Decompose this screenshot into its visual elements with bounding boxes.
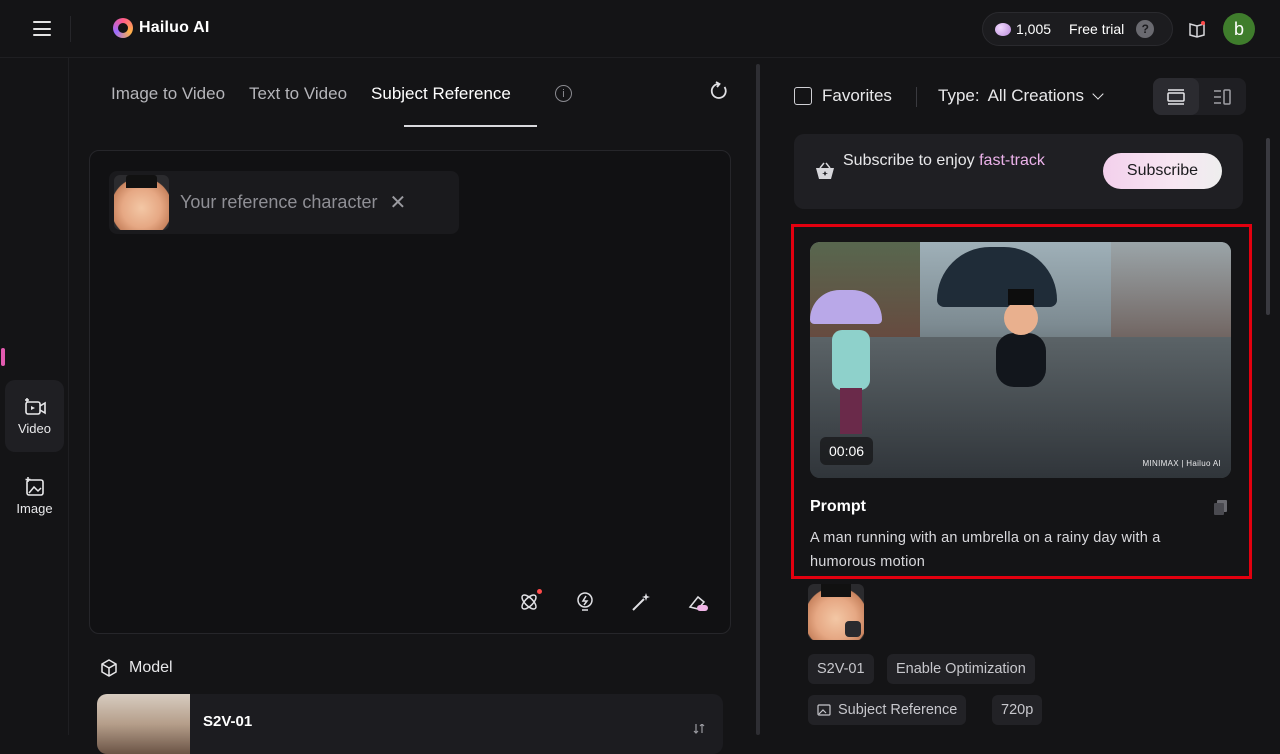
divider xyxy=(916,87,917,107)
chip-model: S2V-01 xyxy=(808,654,874,684)
subscribe-banner: Subscribe to enjoy fast-track Subscribe xyxy=(794,134,1243,209)
menu-icon[interactable] xyxy=(33,21,51,36)
image-icon xyxy=(817,704,831,716)
chip-resolution: 720p xyxy=(992,695,1043,725)
active-tab-underline xyxy=(404,125,537,127)
brand-name: Hailuo AI xyxy=(139,19,210,36)
model-section-title: Model xyxy=(129,659,173,676)
reference-label: Your reference character xyxy=(180,192,378,212)
tab-image-to-video[interactable]: Image to Video xyxy=(111,84,225,104)
video-icon xyxy=(24,397,46,415)
close-icon[interactable]: ✕ xyxy=(389,190,406,215)
person-icon xyxy=(845,621,861,637)
credits-count: 1,005 xyxy=(1016,21,1052,37)
view-toggle xyxy=(1153,78,1246,115)
results-panel: Favorites Type: All Creations Subscribe … xyxy=(763,58,1280,735)
sparkle-icon[interactable] xyxy=(518,589,542,613)
prompt-tools xyxy=(518,589,708,613)
magic-wand-icon[interactable] xyxy=(630,591,652,613)
free-trial-label: Free trial xyxy=(1069,21,1125,37)
logo-mark-icon xyxy=(113,18,133,38)
list-view-button[interactable] xyxy=(1153,78,1199,115)
chevron-down-icon xyxy=(1092,87,1104,100)
video-watermark: MINIMAX | Hailuo AI xyxy=(1142,459,1221,468)
type-value: All Creations xyxy=(987,86,1084,105)
fast-track-highlight: fast-track xyxy=(979,152,1045,169)
generation-card: 00:06 MINIMAX | Hailuo AI Prompt A man r… xyxy=(791,224,1252,579)
subscribe-button[interactable]: Subscribe xyxy=(1103,153,1222,189)
cube-icon xyxy=(101,659,117,677)
sort-icon xyxy=(693,724,705,734)
top-bar: Hailuo AI 1,005 Free trial ? b xyxy=(0,0,1280,58)
divider xyxy=(70,16,71,42)
gem-icon xyxy=(995,22,1011,36)
results-scrollbar[interactable] xyxy=(1266,138,1270,315)
basket-icon xyxy=(816,162,834,179)
eraser-icon[interactable] xyxy=(686,591,708,613)
image-icon xyxy=(25,476,44,496)
sidebar-item-video[interactable]: Video xyxy=(5,380,64,452)
refresh-icon[interactable] xyxy=(709,81,729,101)
sidebar-item-label: Video xyxy=(17,420,51,436)
mode-tabs: Image to Video Text to Video Subject Ref… xyxy=(111,84,511,104)
credits-pill[interactable]: 1,005 Free trial ? xyxy=(982,12,1173,46)
sidebar-item-image[interactable]: Image xyxy=(5,460,64,532)
sidebar-item-label: Image xyxy=(16,500,53,516)
logo[interactable]: Hailuo AI xyxy=(113,18,210,38)
model-selector[interactable]: S2V-01 xyxy=(97,694,723,754)
favorites-checkbox[interactable] xyxy=(794,87,812,105)
info-icon[interactable]: i xyxy=(555,85,572,102)
favorites-filter[interactable]: Favorites xyxy=(794,86,892,106)
creation-panel: Image to Video Text to Video Subject Ref… xyxy=(69,58,753,754)
active-indicator xyxy=(1,348,5,366)
reference-thumbnail xyxy=(114,175,169,230)
chip-optimization: Enable Optimization xyxy=(887,654,1035,684)
avatar[interactable]: b xyxy=(1223,13,1255,45)
model-section-header: Model xyxy=(99,658,173,678)
model-name: S2V-01 xyxy=(203,713,253,730)
grid-view-icon xyxy=(1214,88,1231,105)
reference-thumbnail-small[interactable] xyxy=(808,584,864,640)
copy-icon[interactable] xyxy=(1214,500,1227,515)
type-dropdown[interactable]: Type: All Creations xyxy=(938,86,1104,106)
video-duration: 00:06 xyxy=(820,437,874,465)
list-view-icon xyxy=(1167,88,1185,105)
grid-view-button[interactable] xyxy=(1199,78,1245,115)
favorites-label: Favorites xyxy=(822,86,892,105)
prompt-title: Prompt xyxy=(810,498,866,515)
model-thumbnail xyxy=(97,694,190,754)
prompt-box[interactable]: Your reference character ✕ xyxy=(89,150,731,634)
left-rail: Video Image xyxy=(0,58,69,735)
lightbulb-icon[interactable] xyxy=(574,591,596,613)
type-label: Type: xyxy=(938,86,980,105)
reference-character-chip[interactable]: Your reference character ✕ xyxy=(109,171,459,234)
tab-subject-reference[interactable]: Subject Reference xyxy=(371,84,511,104)
video-preview[interactable]: 00:06 MINIMAX | Hailuo AI xyxy=(810,242,1231,478)
splitter-handle[interactable] xyxy=(756,64,760,735)
help-icon[interactable]: ? xyxy=(1136,20,1155,38)
book-icon[interactable] xyxy=(1188,20,1206,38)
prompt-text: A man running with an umbrella on a rain… xyxy=(810,530,1161,570)
chip-subject-reference: Subject Reference xyxy=(808,695,967,725)
tab-text-to-video[interactable]: Text to Video xyxy=(249,84,347,104)
subscribe-text: Subscribe to enjoy fast-track xyxy=(843,152,1045,169)
